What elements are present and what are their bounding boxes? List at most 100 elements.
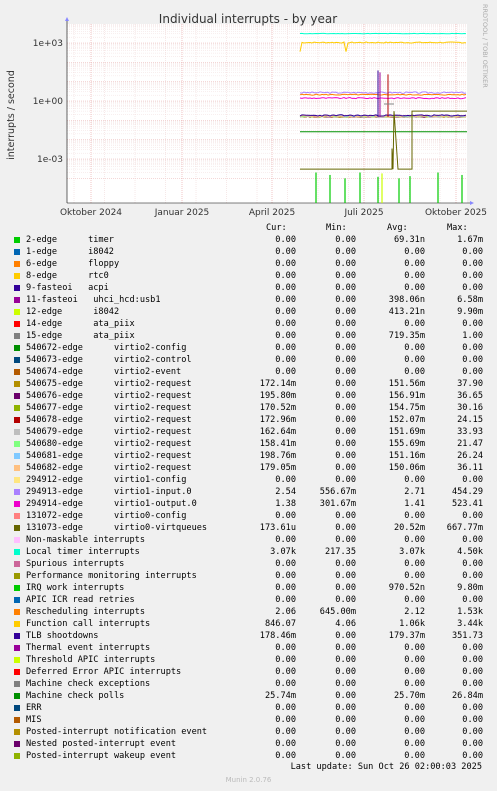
col-header-min: Min: [326,223,347,233]
legend-min-value: 0.00 [335,523,356,533]
legend-min-value: 0.00 [335,343,356,353]
legend-label: 6-edge floppy [26,259,120,269]
legend-min-value: 0.00 [335,727,356,737]
legend-row: 540678-edge virtio2-request 172.96m 0.00 15… [0,414,497,426]
legend-max-value: 667.77m [446,523,483,533]
legend-row: Deferred Error APIC interrupts 0.00 0.00 0.… [0,666,497,678]
legend-swatch [14,405,20,411]
chart: Individual interrupts - by year interrupt… [6,4,489,218]
legend-row: 540677-edge virtio2-request 170.52m 0.00 15… [0,402,497,414]
legend-max-value: 0.00 [462,751,483,761]
legend-max-value: 36.65 [457,391,483,401]
legend-row: 294913-edge virtio1-input.0 2.54 556.67m 2.… [0,486,497,498]
legend-max-value: 9.90m [457,307,483,317]
legend-row: 540675-edge virtio2-request 172.14m 0.00 15… [0,378,497,390]
legend-swatch [14,501,20,507]
legend-max-value: 1.53k [457,607,483,617]
legend-swatch [14,621,20,627]
legend-label: Spurious interrupts [26,559,125,569]
legend-min-value: 0.00 [335,631,356,641]
legend-min-value: 0.00 [335,379,356,389]
legend-max-value: 21.47 [457,439,483,449]
legend-swatch [14,417,20,423]
legend-min-value: 0.00 [335,451,356,461]
last-update: Last update: Sun Oct 26 02:00:03 2025 [290,762,482,772]
legend-min-value: 0.00 [335,307,356,317]
legend-max-value: 0.00 [462,643,483,653]
legend-min-value: 0.00 [335,739,356,749]
legend-label: 540677-edge virtio2-request [26,403,192,413]
legend-row: 9-fasteoi acpi 0.00 0.00 0.00 0.00 [0,282,497,294]
legend-label: Thermal event interrupts [26,643,151,653]
legend-row: MIS 0.00 0.00 0.00 0.00 [0,714,497,726]
x-tick-label: April 2025 [249,208,295,218]
legend-swatch [14,249,20,255]
legend-max-value: 0.00 [462,727,483,737]
legend-max-value: 0.00 [462,595,483,605]
legend-label: APIC ICR read retries [26,595,135,605]
legend-swatch [14,453,20,459]
legend-label: Deferred Error APIC interrupts [26,667,182,677]
legend-swatch [14,669,20,675]
legend-row: Local timer interrupts 3.07k 217.35 3.07k 4.… [0,546,497,558]
legend-swatch [14,717,20,723]
legend-max-value: 0.00 [462,319,483,329]
legend-min-value: 0.00 [335,643,356,653]
legend-label: Machine check exceptions [26,679,151,689]
legend-label: Local timer interrupts [26,547,140,557]
legend-swatch [14,741,20,747]
legend-label: 540679-edge virtio2-request [26,427,192,437]
legend-swatch [14,525,20,531]
legend-label: Threshold APIC interrupts [26,655,156,665]
legend-min-value: 0.00 [335,319,356,329]
legend-row: 540676-edge virtio2-request 195.80m 0.00 15… [0,390,497,402]
legend-min-value: 0.00 [335,655,356,665]
legend-row: 540672-edge virtio2-config 0.00 0.00 0.00 0.… [0,342,497,354]
legend-max-value: 0.00 [462,355,483,365]
legend-row: Function call interrupts 846.07 4.06 1.06k 3… [0,618,497,630]
legend-max-value: 4.50k [457,547,483,557]
legend-min-value: 0.00 [335,439,356,449]
legend-label: Rescheduling interrupts [26,607,145,617]
legend-max-value: 9.80m [457,583,483,593]
legend-label: ERR [26,703,42,713]
legend-min-value: 0.00 [335,331,356,341]
y-tick-label: 1e+03 [33,39,63,49]
legend-row: Nested posted-interrupt event 0.00 0.00 0.0… [0,738,497,750]
legend-max-value: 0.00 [462,667,483,677]
legend-swatch [14,561,20,567]
legend-row: ERR 0.00 0.00 0.00 0.00 [0,702,497,714]
legend-swatch [14,657,20,663]
legend-swatch [14,297,20,303]
legend-row: Machine check exceptions 0.00 0.00 0.00 0.00 [0,678,497,690]
legend-label: 131072-edge virtio0-config [26,511,187,521]
legend-swatch [14,477,20,483]
legend-row: Performance monitoring interrupts 0.00 0.0… [0,570,497,582]
chart-title: Individual interrupts - by year [159,12,337,26]
x-tick-label: Januar 2025 [154,208,210,218]
legend-min-value: 645.00m [319,607,356,617]
legend-label: IRQ work interrupts [26,583,125,593]
legend-min-value: 0.00 [335,427,356,437]
legend-row: 540680-edge virtio2-request 158.41m 0.00 15… [0,438,497,450]
legend-row: 540679-edge virtio2-request 162.64m 0.00 15… [0,426,497,438]
legend-max-value: 0.00 [462,259,483,269]
munin-version: Munin 2.0.76 [225,776,272,784]
legend-max-value: 0.00 [462,511,483,521]
legend-label: 540678-edge virtio2-request [26,415,192,425]
legend-swatch [14,609,20,615]
legend-label: 14-edge ata_piix [26,319,135,329]
legend-label: 131073-edge virtio0-virtqueues [26,523,208,533]
legend-min-value: 0.00 [335,355,356,365]
legend-row: 11-fasteoi uhci_hcd:usb1 0.00 0.00 398.06n 6… [0,294,497,306]
legend-max-value: 26.84m [451,691,483,701]
legend-row: Threshold APIC interrupts 0.00 0.00 0.00 0.0… [0,654,497,666]
legend-row: 131072-edge virtio0-config 0.00 0.00 0.00 0.… [0,510,497,522]
x-tick-label: Oktober 2025 [425,208,487,218]
legend-swatch [14,633,20,639]
legend-swatch [14,597,20,603]
legend-row: Posted-interrupt notification event 0.00 0… [0,726,497,738]
col-header-cur: Cur: [266,223,287,233]
legend-swatch [14,441,20,447]
legend-min-value: 0.00 [335,247,356,257]
